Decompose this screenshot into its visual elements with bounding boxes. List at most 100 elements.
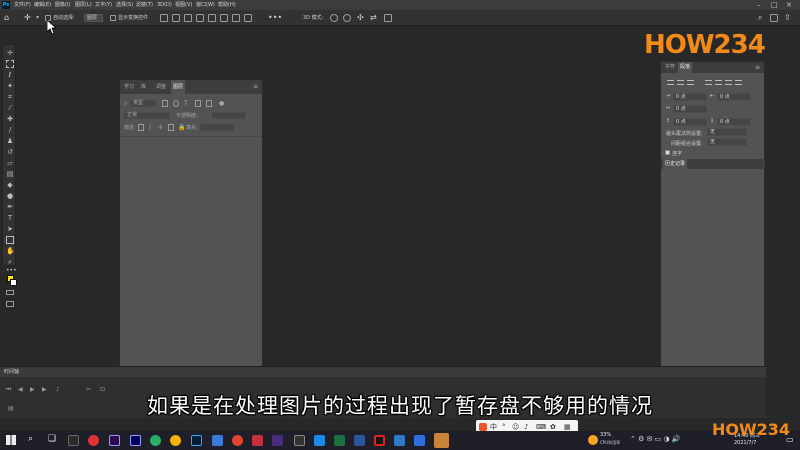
- align-right-icon[interactable]: [184, 14, 192, 22]
- windows-start-icon[interactable]: [6, 435, 16, 445]
- word-icon[interactable]: [354, 435, 365, 446]
- search-icon[interactable]: ⌕: [758, 10, 762, 26]
- lock-transparent-icon[interactable]: [138, 124, 144, 131]
- active-app-icon[interactable]: [434, 433, 449, 448]
- home-icon[interactable]: ⌂: [4, 13, 9, 23]
- crop-tool-icon[interactable]: ⌗: [6, 93, 14, 101]
- align-center-text-icon[interactable]: [677, 80, 684, 85]
- excel-icon[interactable]: [334, 435, 345, 446]
- photoshop-taskbar-icon[interactable]: [191, 435, 202, 446]
- taskbar-app-icon[interactable]: [394, 435, 405, 446]
- lock-image-icon[interactable]: /: [149, 122, 151, 134]
- 3d-drag-icon[interactable]: ✣: [357, 10, 364, 26]
- audition-icon[interactable]: [130, 435, 141, 446]
- filter-adjustment-icon[interactable]: [173, 100, 179, 107]
- spacing-dropdown[interactable]: 无: [707, 138, 747, 146]
- menu-layer[interactable]: 图层(L): [75, 0, 92, 10]
- blend-mode-dropdown[interactable]: 正常: [124, 112, 170, 119]
- align-top-icon[interactable]: [196, 14, 204, 22]
- screen-mode-icon[interactable]: [6, 301, 14, 307]
- wechat-icon[interactable]: [150, 435, 161, 446]
- premiere-icon[interactable]: [109, 435, 120, 446]
- filter-type-icon[interactable]: T: [184, 98, 188, 110]
- distribute-icon[interactable]: [232, 14, 240, 22]
- marquee-tool-icon[interactable]: [6, 60, 14, 68]
- menu-type[interactable]: 文字(Y): [95, 0, 112, 10]
- indent-right-input[interactable]: 0 点: [717, 93, 751, 101]
- menu-file[interactable]: 文件(F): [14, 0, 31, 10]
- menu-filter[interactable]: 滤镜(T): [136, 0, 153, 10]
- ime-logo-icon[interactable]: [479, 423, 487, 431]
- eraser-tool-icon[interactable]: ▱: [6, 159, 14, 167]
- menu-view[interactable]: 视图(V): [175, 0, 192, 10]
- hyphenate-checkbox[interactable]: [665, 150, 670, 155]
- menu-help[interactable]: 帮助(H): [218, 0, 236, 10]
- align-right-text-icon[interactable]: [687, 80, 694, 85]
- path-selection-tool-icon[interactable]: ➤: [6, 225, 14, 233]
- taskbar-app-icon[interactable]: [88, 435, 99, 446]
- zoom-tool-icon[interactable]: ⌕: [6, 258, 14, 266]
- avoid-dropdown[interactable]: 无: [707, 128, 747, 136]
- opacity-input[interactable]: [212, 112, 246, 119]
- justify-last-center-icon[interactable]: [715, 80, 722, 85]
- taskbar-app-icon[interactable]: [294, 435, 305, 446]
- eyedropper-tool-icon[interactable]: ⁄: [6, 104, 14, 112]
- magic-wand-tool-icon[interactable]: ✦: [6, 82, 14, 90]
- filter-smart-object-icon[interactable]: [206, 100, 212, 107]
- 3d-scale-icon[interactable]: [384, 14, 392, 22]
- justify-last-left-icon[interactable]: [705, 80, 712, 85]
- 3d-roll-icon[interactable]: [343, 14, 351, 22]
- tab-libraries[interactable]: 库: [139, 80, 148, 94]
- filter-shape-icon[interactable]: [195, 100, 201, 107]
- background-color-swatch[interactable]: [10, 279, 17, 286]
- task-view-icon[interactable]: ❏: [48, 434, 56, 444]
- pen-tool-icon[interactable]: ✒: [6, 203, 14, 211]
- distribute-vertical-icon[interactable]: [244, 14, 252, 22]
- fill-input[interactable]: [200, 124, 234, 131]
- panel-menu-icon[interactable]: ≡: [253, 80, 258, 94]
- menu-select[interactable]: 选择(S): [116, 0, 133, 10]
- align-center-icon[interactable]: [172, 14, 180, 22]
- blur-tool-icon[interactable]: ◆: [6, 181, 14, 189]
- hand-tool-icon[interactable]: ✋: [6, 247, 15, 255]
- space-after-input[interactable]: 0 点: [717, 118, 751, 126]
- justify-all-icon[interactable]: [735, 80, 742, 85]
- quick-mask-icon[interactable]: [6, 290, 14, 295]
- taskbar-app-icon[interactable]: [232, 435, 243, 446]
- minimize-icon[interactable]: –: [757, 0, 761, 10]
- tab-adjustments[interactable]: 调整: [154, 80, 168, 94]
- tab-paragraph[interactable]: 段落: [678, 62, 693, 73]
- tool-preset-chevron-icon[interactable]: ▾: [36, 10, 39, 26]
- indent-left-input[interactable]: 0 点: [673, 93, 707, 101]
- taskbar-app-icon[interactable]: [252, 435, 263, 446]
- move-tool-icon[interactable]: ✛: [6, 49, 14, 57]
- type-tool-icon[interactable]: T: [6, 214, 14, 222]
- rectangle-tool-icon[interactable]: [6, 236, 14, 244]
- taskbar-app-icon[interactable]: [414, 435, 425, 446]
- history-brush-tool-icon[interactable]: ↺: [6, 148, 14, 156]
- auto-select-dropdown[interactable]: 图层: [84, 14, 103, 22]
- healing-brush-tool-icon[interactable]: ✚: [6, 115, 14, 123]
- clone-stamp-tool-icon[interactable]: ♟: [6, 137, 14, 145]
- lock-all-icon[interactable]: 🔒: [178, 122, 185, 134]
- taskbar-app-icon[interactable]: [212, 435, 223, 446]
- share-icon[interactable]: ⇪: [784, 10, 791, 26]
- align-bottom-icon[interactable]: [220, 14, 228, 22]
- taskbar-app-icon[interactable]: [68, 435, 79, 446]
- filter-toggle-icon[interactable]: ●: [219, 98, 224, 110]
- first-line-indent-input[interactable]: 0 点: [673, 105, 707, 113]
- menu-window[interactable]: 窗口(W): [196, 0, 215, 10]
- taskbar-app-icon[interactable]: [314, 435, 325, 446]
- lasso-tool-icon[interactable]: ℓ: [6, 71, 14, 79]
- more-options-icon[interactable]: •••: [268, 10, 282, 26]
- close-icon[interactable]: ✕: [786, 0, 792, 10]
- tab-layers[interactable]: 图层: [171, 80, 186, 94]
- lock-artboard-icon[interactable]: [168, 124, 174, 131]
- dodge-tool-icon[interactable]: ●: [6, 192, 14, 200]
- tab-character[interactable]: 字符: [663, 62, 677, 73]
- align-middle-icon[interactable]: [208, 14, 216, 22]
- gradient-tool-icon[interactable]: ▤: [6, 170, 14, 178]
- space-before-input[interactable]: 0 点: [673, 118, 707, 126]
- maximize-icon[interactable]: □: [771, 0, 778, 10]
- tray-icons[interactable]: ⌃ ⚙ ✉ ▭ ◑ 🔊: [630, 435, 681, 443]
